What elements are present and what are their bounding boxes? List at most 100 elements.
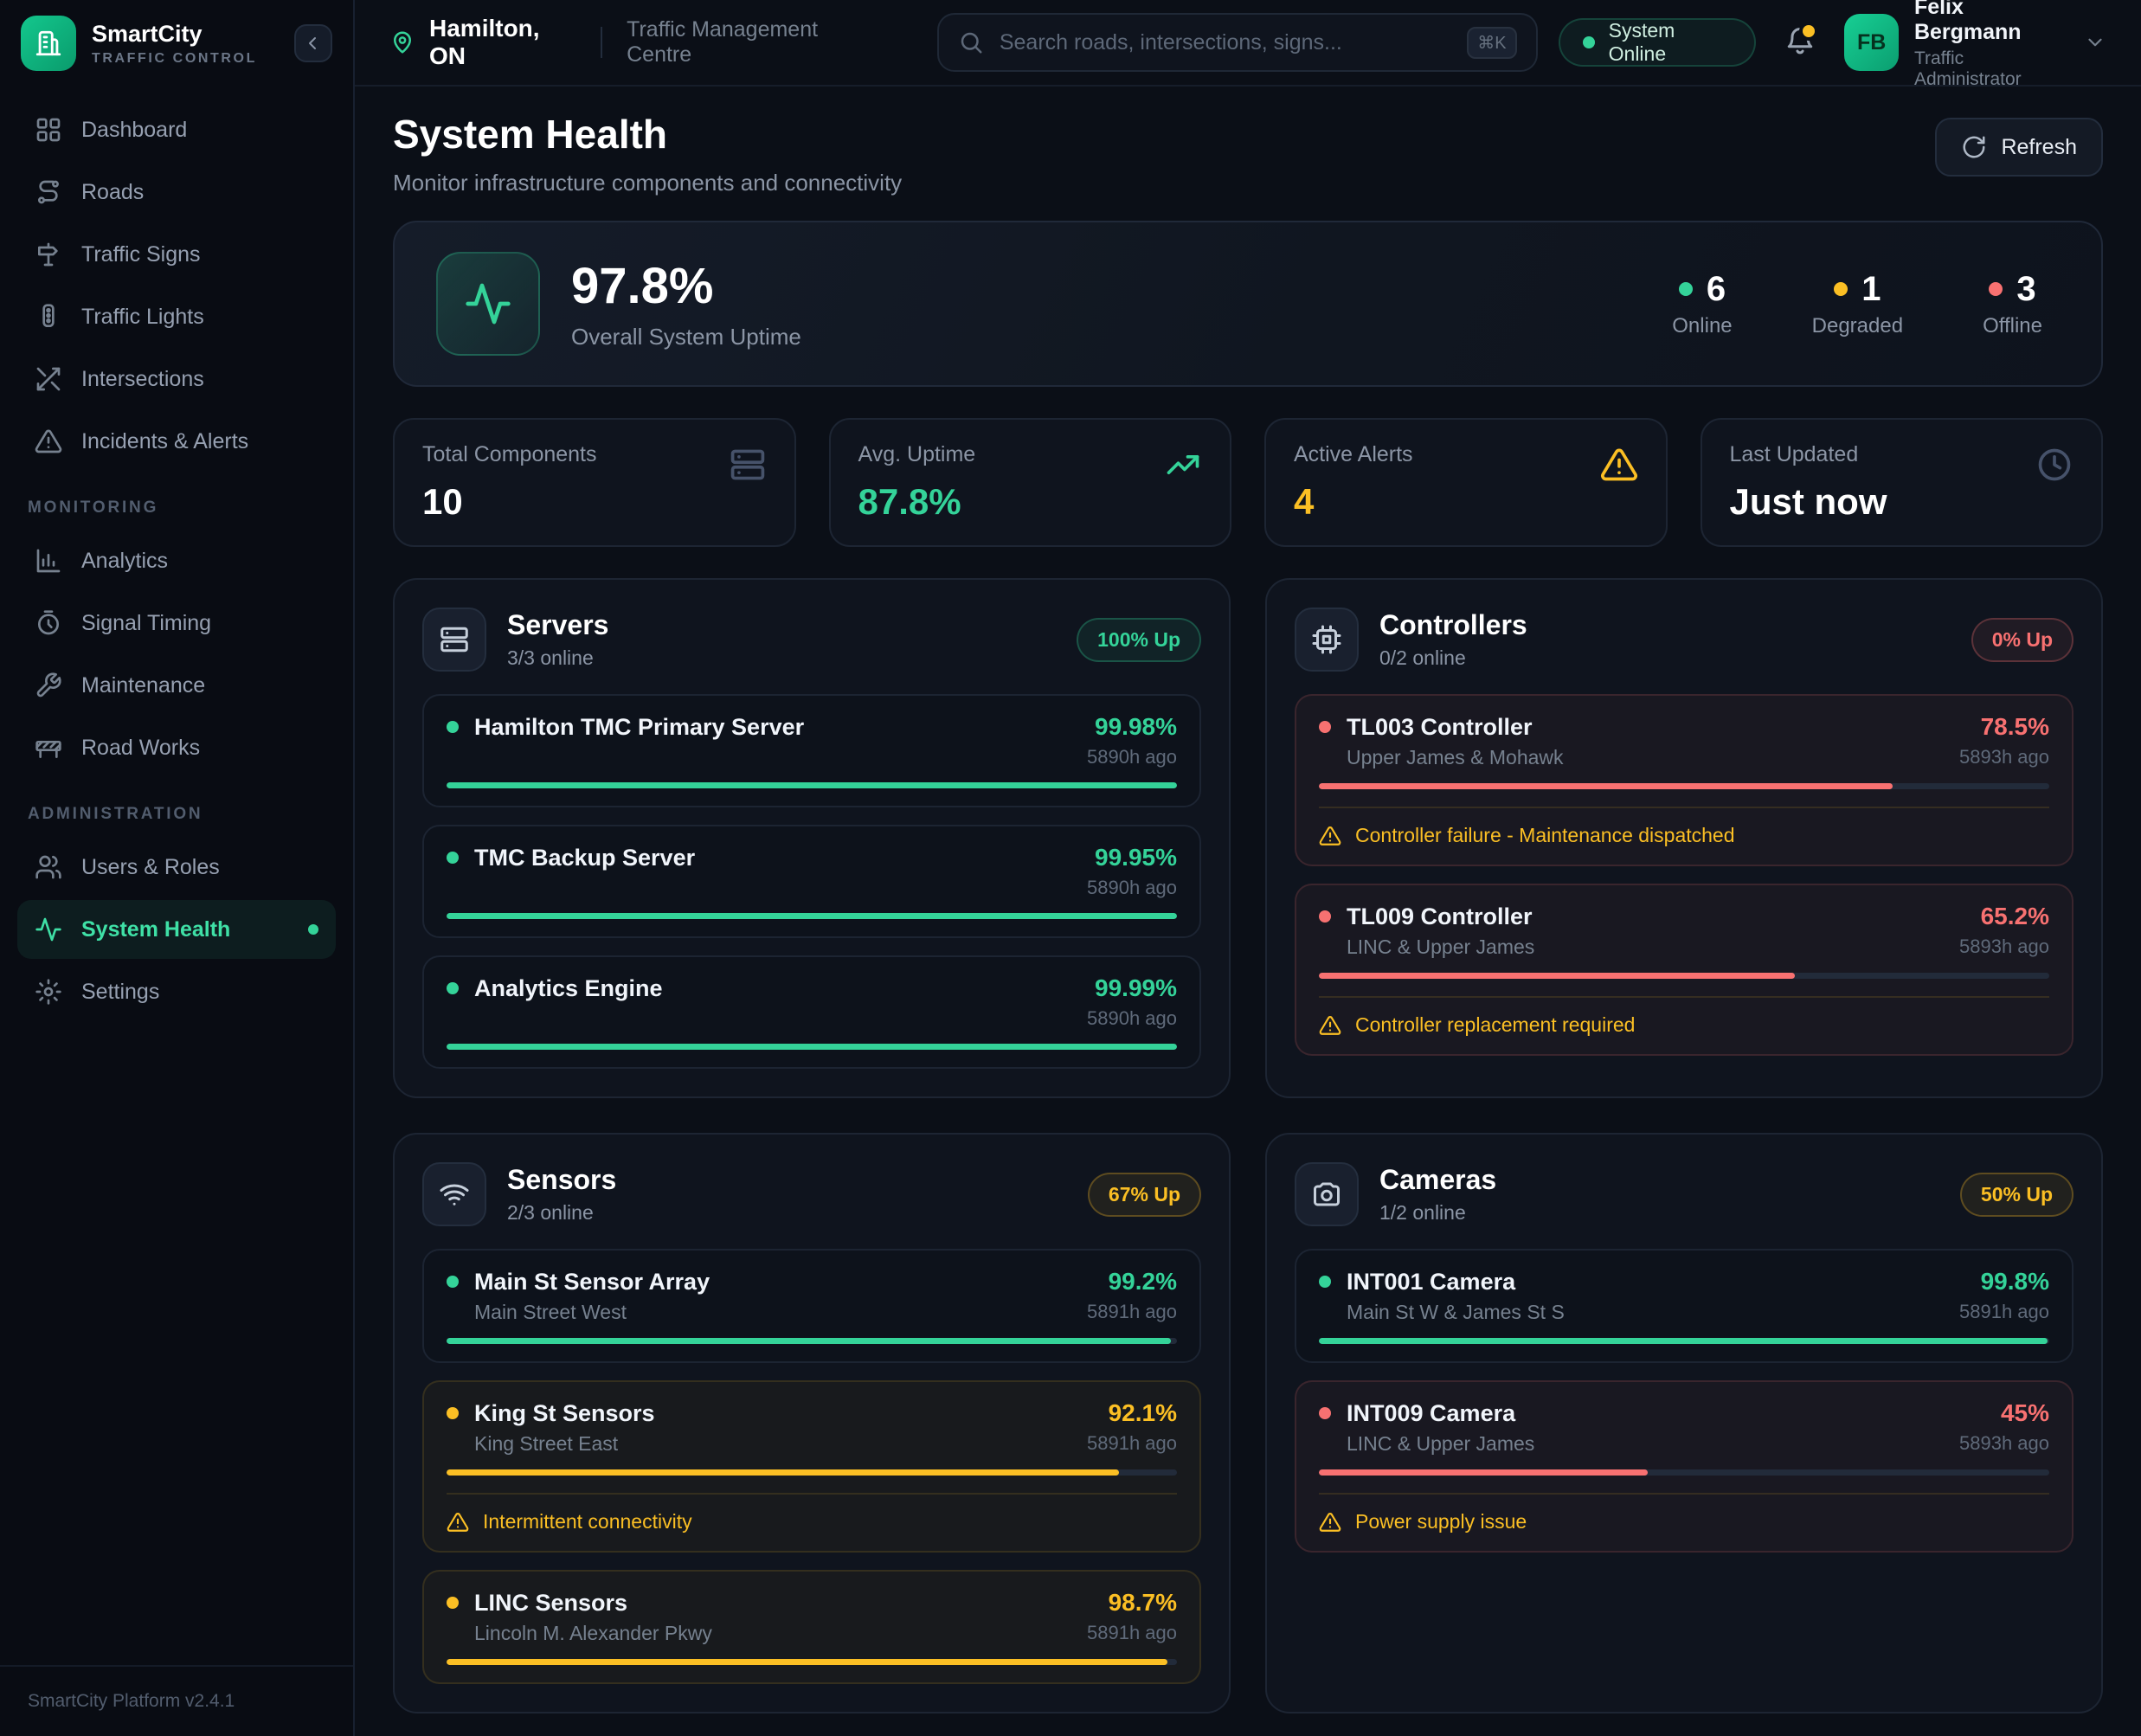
- search-input[interactable]: [1000, 30, 1451, 55]
- component-list: INT001 Camera 99.8% Main St W & James St…: [1295, 1249, 2073, 1553]
- last-seen: 5891h ago: [1959, 1301, 2049, 1324]
- stat-cards: Total Components 10 Avg. Uptime 87.8% Ac…: [393, 418, 2103, 547]
- status-count: 1 Degraded: [1812, 270, 1903, 338]
- component-location: LINC & Upper James: [1347, 1432, 1534, 1456]
- sidebar-collapse-button[interactable]: [294, 24, 332, 62]
- uptime-bar: [1319, 973, 2049, 979]
- component-name: INT009 Camera: [1347, 1400, 1515, 1427]
- component-row[interactable]: Hamilton TMC Primary Server 99.98% 5890h…: [422, 694, 1201, 807]
- group-title: Cameras: [1379, 1164, 1496, 1196]
- count-label: Online: [1672, 314, 1732, 338]
- clock-icon: [2035, 446, 2073, 484]
- stat-main: Active Alerts 4: [1294, 442, 1413, 523]
- nav-section-label: ADMINISTRATION: [28, 805, 325, 824]
- component-row[interactable]: TL003 Controller 78.5% Upper James & Moh…: [1295, 694, 2073, 866]
- sidebar-item-traffic-signs[interactable]: Traffic Signs: [17, 225, 336, 284]
- status-dot: [1583, 36, 1595, 48]
- alert-triangle-icon: [447, 1511, 469, 1533]
- map-pin-icon: [389, 29, 415, 55]
- alert-triangle-icon: [1319, 1511, 1341, 1533]
- count-value: 6: [1707, 270, 1726, 309]
- uptime-bar: [1319, 1338, 2049, 1344]
- component-row[interactable]: Analytics Engine 99.99% 5890h ago: [422, 955, 1201, 1069]
- component-name: Main St Sensor Array: [474, 1269, 710, 1296]
- uptime-bar-fill: [447, 1469, 1119, 1476]
- stat-main: Total Components 10: [422, 442, 597, 523]
- uptime-value: 99.95%: [1095, 844, 1177, 871]
- status-dot: [1834, 282, 1848, 296]
- sidebar-item-intersections[interactable]: Intersections: [17, 350, 336, 408]
- row-meta: 5890h ago: [447, 1007, 1177, 1030]
- count-top: 1: [1812, 270, 1903, 309]
- cpu-icon: [1311, 624, 1342, 655]
- overall-uptime-value: 97.8%: [571, 257, 801, 315]
- component-location: Upper James & Mohawk: [1347, 746, 1564, 769]
- server-icon: [439, 624, 470, 655]
- group-header-text: Cameras 1/2 online: [1379, 1164, 1496, 1225]
- sidebar-item-traffic-lights[interactable]: Traffic Lights: [17, 287, 336, 346]
- component-row[interactable]: King St Sensors 92.1% King Street East 5…: [422, 1380, 1201, 1553]
- sidebar-item-maintenance[interactable]: Maintenance: [17, 656, 336, 715]
- sidebar-item-label: Dashboard: [81, 118, 187, 143]
- count-top: 3: [1983, 270, 2042, 309]
- component-row[interactable]: TL009 Controller 65.2% LINC & Upper Jame…: [1295, 884, 2073, 1056]
- sidebar-item-label: Road Works: [81, 736, 200, 761]
- uptime-bar-fill: [447, 1659, 1167, 1665]
- refresh-button[interactable]: Refresh: [1935, 118, 2103, 177]
- nav-items: Dashboard Roads Traffic Signs Traffic Li…: [17, 100, 336, 471]
- sidebar-item-label: Traffic Lights: [81, 305, 204, 330]
- component-row[interactable]: TMC Backup Server 99.95% 5890h ago: [422, 825, 1201, 938]
- sidebar-item-incidents-alerts[interactable]: Incidents & Alerts: [17, 412, 336, 471]
- uptime-value: 99.8%: [1981, 1268, 2049, 1296]
- sidebar-item-dashboard[interactable]: Dashboard: [17, 100, 336, 159]
- status-count: 6 Online: [1672, 270, 1732, 338]
- status-dot: [1679, 282, 1693, 296]
- sidebar-item-label: Analytics: [81, 549, 168, 574]
- user-menu[interactable]: FB Felix Bergmann Traffic Administrator: [1844, 0, 2106, 90]
- uptime-bar-fill: [447, 913, 1177, 919]
- traffic-sign-icon: [35, 241, 62, 268]
- sidebar-item-signal-timing[interactable]: Signal Timing: [17, 594, 336, 653]
- status-dot: [447, 1597, 459, 1609]
- stat-card: Total Components 10: [393, 418, 796, 547]
- user-name: Felix Bergmann: [1914, 0, 2068, 45]
- nav-section: MONITORING Analytics Signal Timing M: [17, 498, 336, 777]
- component-row[interactable]: LINC Sensors 98.7% Lincoln M. Alexander …: [422, 1570, 1201, 1684]
- sidebar-item-users-roles[interactable]: Users & Roles: [17, 838, 336, 897]
- nav-section-label: MONITORING: [28, 498, 325, 518]
- sidebar-item-label: Traffic Signs: [81, 242, 201, 267]
- warning-text: Controller failure - Maintenance dispatc…: [1355, 824, 1735, 847]
- component-row[interactable]: INT001 Camera 99.8% Main St W & James St…: [1295, 1249, 2073, 1363]
- sidebar-item-settings[interactable]: Settings: [17, 962, 336, 1021]
- nav-items: Users & Roles System Health Settings: [17, 838, 336, 1021]
- sidebar-item-road-works[interactable]: Road Works: [17, 718, 336, 777]
- row-top: Hamilton TMC Primary Server 99.98%: [447, 713, 1177, 741]
- app-subtitle: TRAFFIC CONTROL: [92, 51, 257, 67]
- component-warning: Power supply issue: [1319, 1493, 2049, 1533]
- sidebar-item-analytics[interactable]: Analytics: [17, 531, 336, 590]
- logo-tile: [21, 16, 76, 71]
- row-meta: LINC & Upper James 5893h ago: [1319, 1432, 2049, 1456]
- user-role: Traffic Administrator: [1914, 48, 2068, 90]
- server-icon: [729, 446, 767, 484]
- component-row[interactable]: INT009 Camera 45% LINC & Upper James 589…: [1295, 1380, 2073, 1553]
- component-row[interactable]: Main St Sensor Array 99.2% Main Street W…: [422, 1249, 1201, 1363]
- dashboard-icon: [35, 116, 62, 144]
- component-location: King Street East: [474, 1432, 618, 1456]
- sidebar-item-label: Users & Roles: [81, 855, 220, 880]
- row-top: TL003 Controller 78.5%: [1319, 713, 2049, 741]
- status-dot: [447, 721, 459, 733]
- sidebar-item-roads[interactable]: Roads: [17, 163, 336, 222]
- nav-section: Dashboard Roads Traffic Signs Traffic Li…: [17, 100, 336, 471]
- last-seen: 5893h ago: [1959, 1432, 2049, 1456]
- row-meta: 5890h ago: [447, 877, 1177, 899]
- activity-icon: [35, 916, 62, 943]
- warning-text: Controller replacement required: [1355, 1013, 1635, 1037]
- uptime-bar: [1319, 1469, 2049, 1476]
- notifications-button[interactable]: [1784, 25, 1816, 60]
- row-meta: Upper James & Mohawk 5893h ago: [1319, 746, 2049, 769]
- group-online-count: 0/2 online: [1379, 646, 1527, 670]
- warning-text: Intermittent connectivity: [483, 1510, 692, 1533]
- sidebar-item-system-health[interactable]: System Health: [17, 900, 336, 959]
- group-online-count: 1/2 online: [1379, 1201, 1496, 1225]
